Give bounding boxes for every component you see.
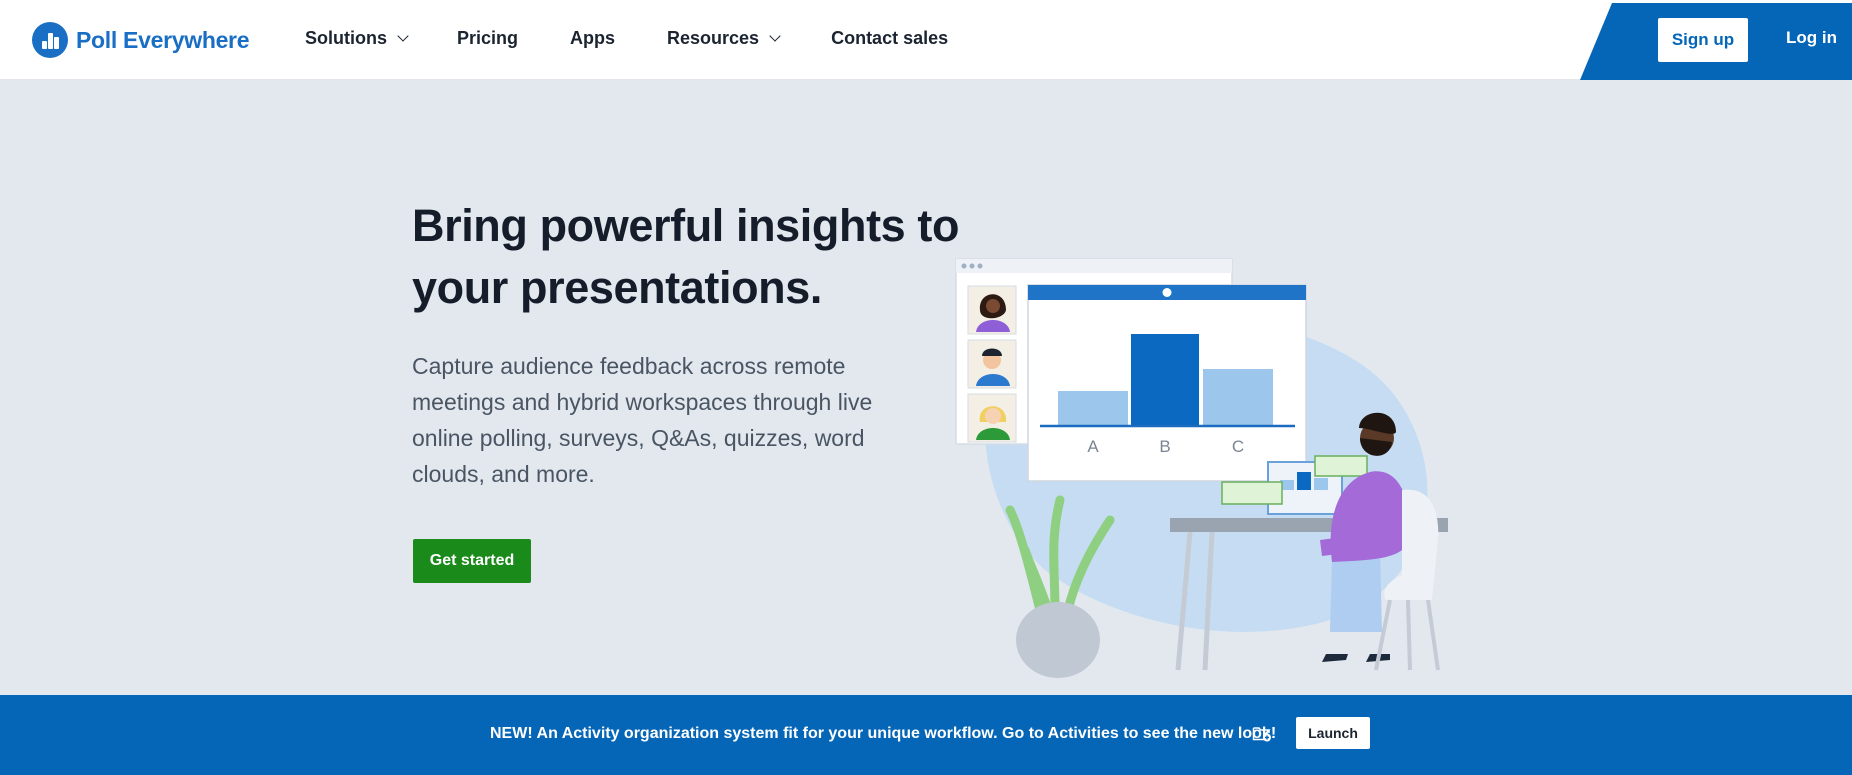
nav-item-pricing[interactable]: Pricing [457,28,518,49]
nav-item-contact-sales[interactable]: Contact sales [831,28,948,49]
avatar-3 [967,393,1017,443]
nav-item-resources-label: Resources [667,28,760,48]
logo-bars-icon [32,22,68,58]
nav-item-resources[interactable]: Resources [667,28,781,49]
log-in-link[interactable]: Log in [1786,28,1837,48]
logo-text: Poll Everywhere [76,26,250,53]
announcement-banner: NEW! An Activity organization system fit… [0,695,1852,775]
banner-text: NEW! An Activity organization system fit… [490,725,1277,742]
hero-section: Bring powerful insights to your presenta… [0,80,1852,695]
hero-illustration: A B C [950,170,1460,680]
chart-label-a: A [1087,437,1099,456]
launch-button[interactable]: Launch [1296,717,1370,749]
nav-item-apps-label: Apps [570,28,616,48]
avatar-2 [967,339,1017,389]
folder-plus-icon [1252,727,1271,742]
get-started-button[interactable]: Get started [413,539,531,583]
hero-title: Bring powerful insights to your presenta… [412,200,960,313]
main-menu: Solutions Pricing Apps Resources Contact… [305,28,948,49]
chart-label-b: B [1159,437,1170,456]
poll-everywhere-logo[interactable]: Poll Everywhere [32,22,250,58]
nav-item-solutions[interactable]: Solutions [305,28,409,49]
sign-up-button[interactable]: Sign up [1658,18,1748,62]
top-navigation: Poll Everywhere Solutions Pricing Apps R… [0,0,1852,80]
nav-item-pricing-label: Pricing [457,28,519,48]
presentation-illustration: A B C [955,258,1448,678]
hero-description: Capture audience feedback across remote … [412,353,873,487]
nav-item-apps[interactable]: Apps [570,28,615,49]
avatar-1 [967,285,1017,335]
chevron-down-icon [769,30,781,42]
chevron-down-icon [397,30,409,42]
nav-item-solutions-label: Solutions [305,28,387,48]
nav-item-contact-sales-label: Contact sales [831,28,949,48]
chart-label-c: C [1232,437,1244,456]
